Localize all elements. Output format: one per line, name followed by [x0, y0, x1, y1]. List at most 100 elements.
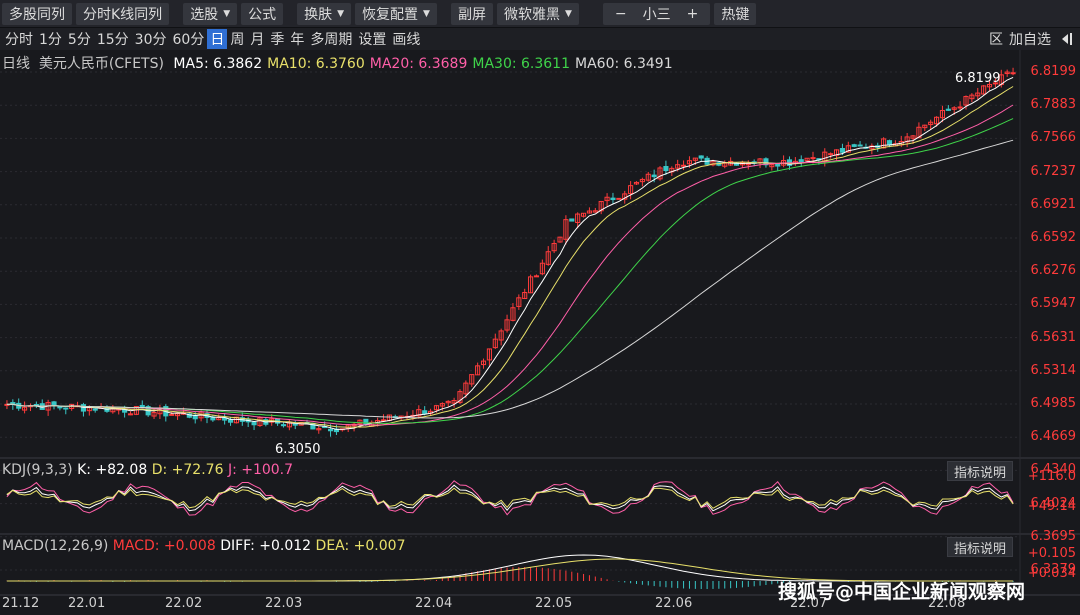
period-tab-0[interactable]: 分时	[2, 29, 36, 49]
candle-body	[945, 108, 951, 111]
chevron-down-icon: ▼	[564, 8, 572, 19]
candlestick	[498, 328, 504, 346]
toolbar-button-2[interactable]: 选股 ▼	[183, 2, 238, 25]
toolbar-button-label: 选股	[190, 6, 219, 23]
candlestick	[857, 141, 863, 147]
candle-body	[292, 423, 298, 426]
period-tab-3[interactable]: 15分	[94, 29, 132, 49]
font-size-label: 小三	[642, 6, 671, 23]
toolbar-button-5[interactable]: 恢复配置 ▼	[355, 2, 437, 25]
candlestick	[516, 294, 522, 310]
candle-body	[957, 106, 963, 109]
candlestick	[580, 212, 587, 218]
ma-line-ma5	[6, 76, 1014, 430]
period-tab-7[interactable]: 周	[227, 29, 247, 49]
period-tab-4[interactable]: 30分	[132, 29, 170, 49]
candlestick	[222, 413, 228, 425]
candlestick	[16, 398, 22, 411]
kdj-axis-top: +116.0	[1027, 469, 1076, 484]
font-size-control[interactable]: − 小三 +	[602, 2, 711, 25]
candlestick	[539, 259, 545, 276]
macd-help-button[interactable]: 指标说明	[947, 537, 1014, 557]
candlestick	[22, 401, 28, 414]
candlestick	[257, 416, 263, 427]
candle-body	[839, 148, 845, 153]
period-tab-6[interactable]: 日	[207, 29, 228, 49]
chart-canvas[interactable]	[0, 50, 1080, 615]
candle-body	[569, 218, 575, 222]
candlestick	[545, 246, 551, 266]
time-tick-label: 22.04	[415, 596, 453, 611]
candlestick	[175, 412, 181, 420]
candlestick	[586, 207, 592, 214]
toolbar-button-3[interactable]: 公式	[241, 2, 284, 25]
hotkey-button[interactable]: 热键	[714, 2, 757, 25]
toolbar-button-6[interactable]: 副屏	[450, 2, 493, 25]
candle-body	[380, 419, 387, 422]
chevron-down-icon: ▼	[423, 8, 430, 19]
kdj-label: KDJ(9,3,3)	[2, 462, 73, 478]
period-tab-5[interactable]: 60分	[170, 29, 208, 49]
price-tick-label: 6.4669	[1030, 429, 1077, 445]
period-tab-13[interactable]: 画线	[389, 29, 423, 49]
toolbar-button-0[interactable]: 多股同列	[2, 2, 72, 25]
price-tick-label: 6.6276	[1030, 263, 1077, 279]
candlestick	[781, 155, 787, 168]
time-tick-label: 22.02	[165, 596, 203, 611]
candle-body	[616, 197, 622, 200]
period-tab-1[interactable]: 1分	[36, 29, 65, 49]
candlestick	[598, 200, 604, 215]
candlestick	[80, 402, 86, 417]
candlestick	[510, 303, 516, 322]
kdj-help-button[interactable]: 指标说明	[947, 461, 1014, 481]
candlestick	[63, 407, 69, 415]
candlestick	[251, 421, 257, 431]
time-tick-label: 22.06	[655, 596, 693, 611]
font-size-plus-button[interactable]: +	[679, 6, 707, 22]
top-toolbar: 多股同列 分时K线同列 选股 ▼ 公式 换肤 ▼ 恢复配置 ▼ 副屏 微软雅黑 ▼ − 小三 + 热键	[0, 0, 1080, 28]
period-tab-9[interactable]: 季	[267, 29, 287, 49]
price-tick-label: 6.7237	[1030, 163, 1077, 179]
candle-body	[651, 174, 657, 178]
candle-body	[139, 404, 145, 408]
zone-button[interactable]: 区	[986, 29, 1006, 49]
candlestick	[210, 414, 216, 422]
kdj-axis-mid: +49.14	[1027, 499, 1076, 514]
candlestick	[792, 157, 798, 166]
candlestick	[722, 160, 728, 169]
candlestick	[745, 160, 751, 170]
toolbar-button-label: 公式	[248, 6, 277, 23]
candlestick	[851, 143, 857, 148]
candlestick	[416, 405, 422, 419]
period-tab-8[interactable]: 月	[247, 29, 267, 49]
candlestick	[892, 140, 898, 147]
toolbar-button-1[interactable]: 分时K线同列	[76, 2, 170, 25]
period-tab-11[interactable]: 多周期	[307, 29, 355, 49]
candlestick	[316, 426, 322, 434]
candlestick	[657, 166, 663, 181]
font-size-minus-button[interactable]: −	[607, 6, 635, 22]
candle-body	[169, 413, 175, 416]
collapse-panel-icon[interactable]	[1054, 29, 1080, 49]
kdj-j-line	[6, 480, 1014, 516]
period-tab-10[interactable]: 年	[287, 29, 307, 49]
period-tab-12[interactable]: 设置	[355, 29, 389, 49]
ma-legend: MA5: 6.3862 MA10: 6.3760 MA20: 6.3689 MA30:…	[168, 56, 672, 72]
toolbar-button-4[interactable]: 换肤 ▼	[297, 2, 352, 25]
add-watchlist-button[interactable]: 加自选	[1006, 29, 1054, 49]
period-tab-2[interactable]: 5分	[65, 29, 94, 49]
chevron-down-icon: ▼	[223, 8, 231, 19]
toolbar-button-label: 分时K线同列	[83, 6, 163, 23]
candlestick	[475, 362, 481, 376]
candle-body	[1010, 72, 1016, 75]
toolbar-button-label: 换肤	[304, 6, 333, 23]
candle-body	[698, 155, 704, 159]
price-tick-label: 6.7566	[1030, 130, 1077, 146]
candlestick	[533, 274, 540, 278]
candlestick	[981, 85, 987, 95]
period-bar: 分时 1分 5分 15分 30分 60分日周月季年多周期 设置 画线 区 加自选	[0, 28, 1080, 50]
toolbar-button-7[interactable]: 微软雅黑 ▼	[496, 2, 579, 25]
candle-body	[51, 401, 57, 406]
ma-line-ma30	[6, 118, 1014, 424]
price-tick-label: 6.6921	[1030, 196, 1077, 212]
